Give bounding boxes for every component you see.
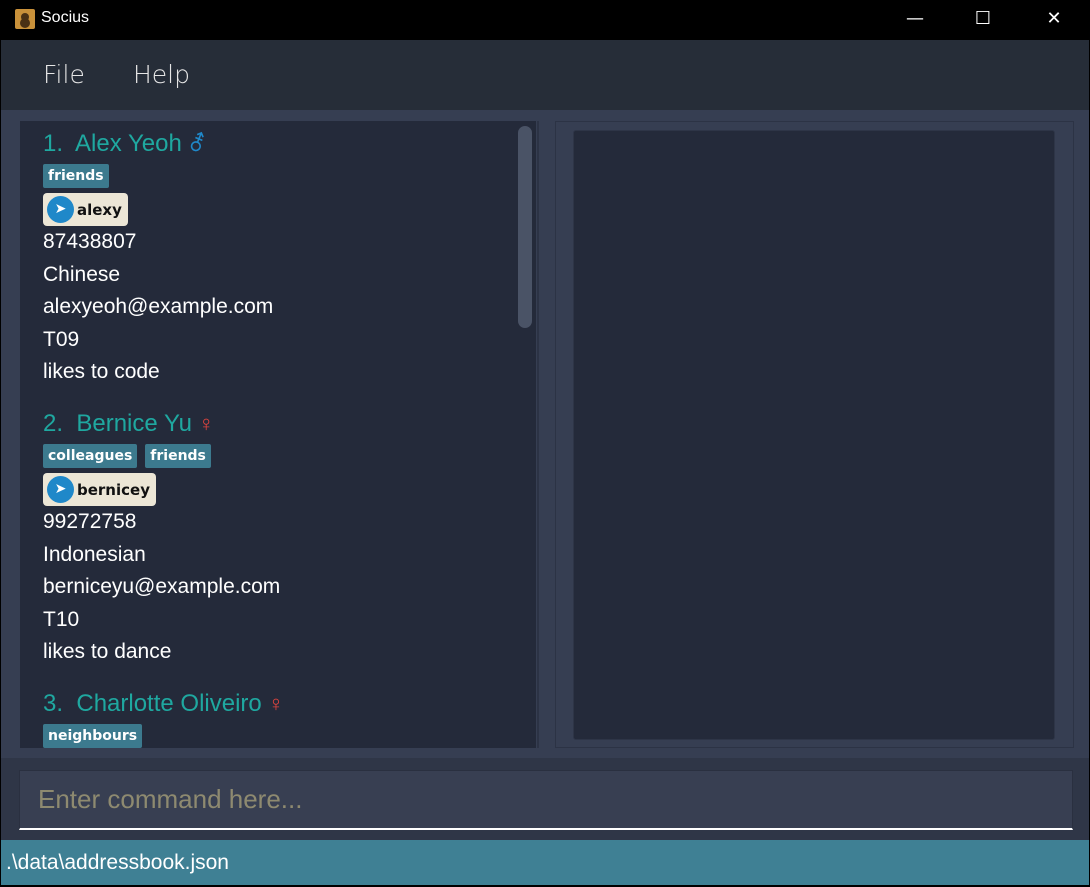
person-list[interactable]: 1. Alex Yeoh ⚦ friends ➤ alexy 87438807 Ch… [20, 121, 514, 748]
detail-panel-content [573, 130, 1055, 740]
tag: friends [43, 164, 109, 188]
person-index: 2. [43, 410, 64, 437]
person-name-row: 3. Charlotte Oliveiro ♀ [43, 686, 503, 722]
female-icon: ♀ [267, 691, 285, 716]
minimize-button[interactable]: — [892, 0, 938, 40]
detail-panel [555, 121, 1074, 748]
menu-file[interactable]: File [43, 60, 85, 89]
remark: likes to dance [43, 640, 172, 663]
split-divider[interactable] [537, 121, 539, 748]
window-title: Socius [41, 9, 90, 26]
main-area: 1. Alex Yeoh ⚦ friends ➤ alexy 87438807 Ch… [1, 110, 1089, 840]
tutorial: T09 [43, 327, 80, 351]
telegram-handle: alexy [77, 200, 122, 219]
list-scrollbar[interactable] [514, 121, 536, 748]
command-input[interactable] [19, 770, 1073, 830]
person-name-row: 1. Alex Yeoh ⚦ [43, 126, 503, 162]
person-card[interactable]: 1. Alex Yeoh ⚦ friends ➤ alexy 87438807 Ch… [43, 126, 503, 389]
telegram-badge: ➤ bernicey [43, 473, 156, 506]
person-name: Charlotte Oliveiro [76, 690, 262, 717]
scrollbar-thumb[interactable] [518, 126, 532, 328]
person-index: 3. [43, 690, 64, 717]
person-name-row: 2. Bernice Yu ♀ [43, 406, 503, 442]
nationality: Chinese [43, 262, 121, 286]
menu-bar: File Help [1, 40, 1089, 110]
remark: likes to code [43, 360, 160, 383]
person-name: Bernice Yu [76, 410, 192, 437]
person-index: 1. [43, 130, 64, 157]
command-area [1, 758, 1089, 840]
female-icon: ♀ [198, 411, 215, 436]
tutorial: T10 [43, 607, 80, 631]
app-contact-icon [15, 9, 35, 29]
status-bar-path: .\data\addressbook.json [1, 840, 1089, 885]
phone: 99272758 [43, 510, 137, 533]
tag: colleagues [43, 444, 138, 468]
tag: neighbours [43, 724, 143, 748]
menu-help[interactable]: Help [133, 60, 190, 89]
close-button[interactable]: ✕ [1031, 0, 1077, 40]
telegram-badge: ➤ alexy [43, 193, 128, 226]
telegram-handle: bernicey [77, 480, 150, 499]
person-card[interactable]: 3. Charlotte Oliveiro ♀ neighbours [43, 686, 503, 748]
person-name: Alex Yeoh [75, 130, 182, 157]
title-bar: Socius — ☐ ✕ [0, 0, 1090, 40]
phone: 87438807 [43, 230, 137, 253]
email: alexyeoh@example.com [43, 295, 274, 318]
email: berniceyu@example.com [43, 575, 281, 598]
maximize-button[interactable]: ☐ [960, 0, 1006, 40]
telegram-icon: ➤ [47, 196, 74, 223]
nationality: Indonesian [43, 542, 146, 566]
telegram-icon: ➤ [47, 476, 74, 503]
male-icon: ⚦ [187, 131, 207, 156]
person-card[interactable]: 2. Bernice Yu ♀ colleagues friends ➤ bernic… [43, 406, 503, 669]
tag: friends [145, 444, 211, 468]
